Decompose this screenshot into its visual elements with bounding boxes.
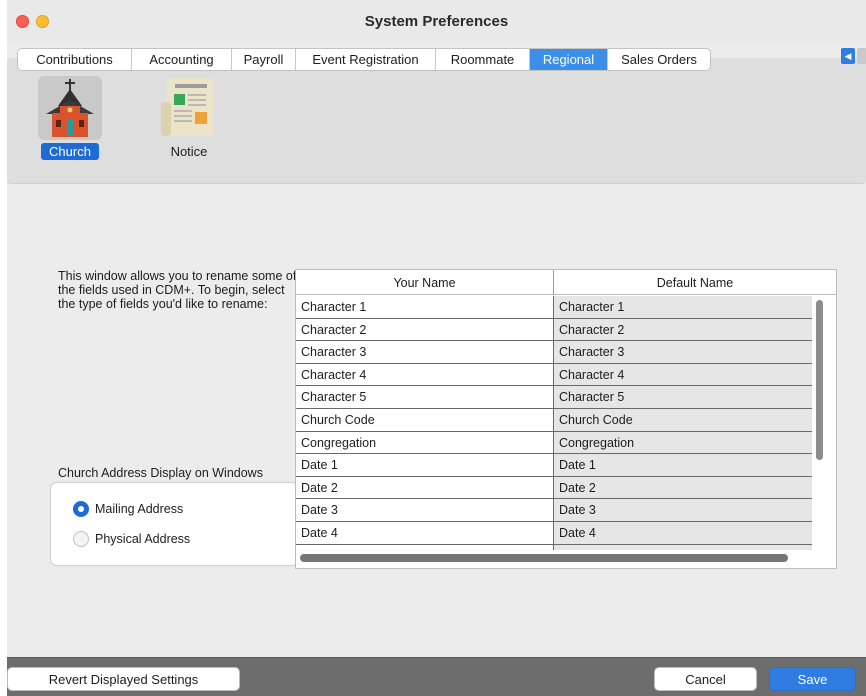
title-bar: System Preferences xyxy=(7,0,866,44)
vertical-scroll-thumb[interactable] xyxy=(816,300,823,460)
default-name-cell: Character 3 xyxy=(554,341,812,364)
table-horizontal-scrollbar[interactable] xyxy=(300,552,814,564)
system-preferences-window: System Preferences Church Notice Contrib… xyxy=(7,0,866,696)
table-row[interactable]: Character 1 Character 1 xyxy=(296,296,812,319)
radio-mailing-address[interactable]: Mailing Address xyxy=(73,501,183,517)
tab-payroll[interactable]: Payroll xyxy=(232,49,296,70)
default-name-cell: Date 2 xyxy=(554,476,812,500)
table-row[interactable]: Congregation Congregation xyxy=(296,431,812,455)
table-row[interactable]: Character 3 Character 3 xyxy=(296,341,812,364)
radio-unselected-indicator[interactable] xyxy=(73,531,89,547)
table-row[interactable]: Character 4 Character 4 xyxy=(296,363,812,387)
table-body: Character 1 Character 1 Character 2 Char… xyxy=(296,296,812,550)
radio-label: Mailing Address xyxy=(95,502,184,516)
toolbar-item-notice[interactable]: Notice xyxy=(153,76,225,160)
revert-displayed-settings-button[interactable]: Revert Displayed Settings xyxy=(7,667,240,691)
save-button[interactable]: Save xyxy=(769,667,856,691)
notice-icon xyxy=(157,76,221,140)
your-name-cell[interactable] xyxy=(296,544,554,550)
your-name-cell[interactable]: Character 2 xyxy=(296,318,554,342)
default-name-cell: Character 2 xyxy=(554,318,812,342)
radio-label: Physical Address xyxy=(95,532,191,546)
your-name-cell[interactable]: Date 2 xyxy=(296,476,554,500)
tab-regional[interactable]: Regional xyxy=(530,49,608,70)
your-name-cell[interactable]: Character 1 xyxy=(296,296,554,319)
default-name-cell: Character 5 xyxy=(554,386,812,409)
table-row[interactable] xyxy=(296,544,812,550)
radio-physical-address[interactable]: Physical Address xyxy=(73,531,190,547)
table-row[interactable]: Character 5 Character 5 xyxy=(296,386,812,409)
cancel-button[interactable]: Cancel xyxy=(654,667,757,691)
your-name-cell[interactable]: Character 4 xyxy=(296,363,554,387)
horizontal-scroll-thumb[interactable] xyxy=(300,554,788,562)
default-name-cell: Date 4 xyxy=(554,521,812,545)
chevron-left-icon: ◀ xyxy=(844,51,852,61)
address-display-group: Mailing Address Physical Address xyxy=(50,482,298,566)
table-row[interactable]: Character 2 Character 2 xyxy=(296,318,812,342)
your-name-cell[interactable]: Date 3 xyxy=(296,499,554,522)
tabs-scroll-left-button[interactable]: ◀ xyxy=(841,48,855,64)
tabs-scroll-right-button[interactable] xyxy=(857,48,866,64)
your-name-cell[interactable]: Character 3 xyxy=(296,341,554,364)
rename-instructions: This window allows you to rename some of… xyxy=(58,269,297,311)
address-display-caption: Church Address Display on Windows xyxy=(58,466,263,480)
default-name-cell: Congregation xyxy=(554,431,812,455)
table-row[interactable]: Church Code Church Code xyxy=(296,408,812,432)
default-name-cell: Date 3 xyxy=(554,499,812,522)
your-name-cell[interactable]: Character 5 xyxy=(296,386,554,409)
your-name-cell[interactable]: Date 1 xyxy=(296,454,554,477)
default-name-cell: Character 1 xyxy=(554,296,812,319)
your-name-cell[interactable]: Date 4 xyxy=(296,521,554,545)
radio-selected-indicator[interactable] xyxy=(73,501,89,517)
table-row[interactable]: Date 1 Date 1 xyxy=(296,454,812,477)
your-name-cell[interactable]: Church Code xyxy=(296,408,554,432)
your-name-cell[interactable]: Congregation xyxy=(296,431,554,455)
toolbar-item-church[interactable]: Church xyxy=(35,76,105,160)
default-name-cell: Character 4 xyxy=(554,363,812,387)
column-header-default-name[interactable]: Default Name xyxy=(554,270,836,295)
table-header: Your Name Default Name xyxy=(296,270,836,295)
preference-tabs: Contributions Accounting Payroll Event R… xyxy=(17,48,711,71)
tab-roommate[interactable]: Roommate xyxy=(436,49,530,70)
table-vertical-scrollbar[interactable] xyxy=(814,298,824,550)
church-icon xyxy=(38,76,102,140)
column-header-your-name[interactable]: Your Name xyxy=(296,270,554,295)
toolbar-item-label: Notice xyxy=(170,144,208,159)
tab-contributions[interactable]: Contributions xyxy=(18,49,132,70)
toolbar-item-label: Church xyxy=(41,143,99,160)
table-row[interactable]: Date 3 Date 3 xyxy=(296,499,812,522)
tab-event-registration[interactable]: Event Registration xyxy=(296,49,436,70)
window-title: System Preferences xyxy=(364,13,509,30)
table-row[interactable]: Date 4 Date 4 xyxy=(296,521,812,545)
footer-bar: Revert Displayed Settings Cancel Save xyxy=(7,657,866,696)
field-rename-table: Your Name Default Name Character 1 Chara… xyxy=(295,269,837,569)
default-name-cell: Date 1 xyxy=(554,454,812,477)
preference-category-toolbar: Church Notice xyxy=(7,58,866,184)
tab-sales-orders[interactable]: Sales Orders xyxy=(608,49,710,70)
default-name-cell: Church Code xyxy=(554,408,812,432)
table-row[interactable]: Date 2 Date 2 xyxy=(296,476,812,500)
default-name-cell xyxy=(554,544,812,550)
tab-accounting[interactable]: Accounting xyxy=(132,49,232,70)
